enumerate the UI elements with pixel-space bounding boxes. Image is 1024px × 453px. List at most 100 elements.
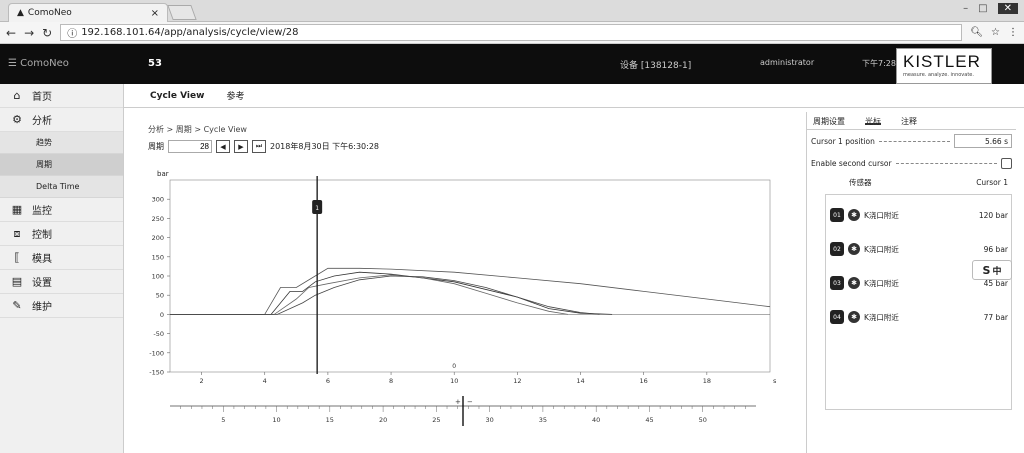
browser-tab[interactable]: ▲ ComoNeo × [8,3,168,22]
x-tick-label: 8 [389,377,393,385]
user-label[interactable]: administrator [760,58,814,67]
kistler-logo: KISTLER measure. analyze. innovate. [896,48,992,84]
sensor-settings-icon[interactable]: ✱ [848,243,860,255]
second-cursor-checkbox[interactable] [1001,157,1012,169]
sidebar-sub-delta-time[interactable]: Delta Time [0,176,123,198]
more-icon[interactable]: ⋮ [1008,27,1018,38]
panel-tabs: 周期设置 光标 注释 [807,112,1016,130]
back-icon[interactable]: ← [6,26,16,40]
x-axis-label: s [773,377,777,385]
series-line [170,267,771,315]
sidebar-sub-trend[interactable]: 趋势 [0,132,123,154]
sidebar-item-monitor[interactable]: ▦ 监控 [0,198,123,222]
y-tick-label: 50 [156,292,164,300]
x-tick-label: 18 [703,377,711,385]
sidebar: ⌂ 首页 ⚙ 分析 趋势 周期 Delta Time ▦ 监控 ⧈ 控制 ⟦ 模具 ▤ 设置… [0,84,124,453]
reload-icon[interactable]: ↻ [42,26,52,40]
tab-favicon-icon: ▲ [17,8,24,18]
star-icon[interactable]: ☆ [991,27,1000,38]
sidebar-label: 设置 [32,278,52,289]
app-menu-button[interactable]: ☰ ComoNeo [8,58,69,69]
y-tick-label: 250 [152,215,164,223]
sensor-row[interactable]: 01 ✱ K浇口附近 120 bar [830,203,1008,227]
logo-text: KISTLER [903,52,981,71]
plot-frame [169,179,771,373]
app-header: ☰ ComoNeo 53 设备 [138128-1] administrator… [0,44,1024,84]
overview-tick-label: 5 [221,416,225,424]
x-tick-label: 4 [263,377,267,385]
sensor-name: K浇口附近 [864,244,899,254]
window-controls: – □ ✕ [963,3,1018,14]
sidebar-item-control[interactable]: ⧈ 控制 [0,222,123,246]
y-tick-label: 100 [152,273,164,281]
sidebar-item-settings[interactable]: ▤ 设置 [0,270,123,294]
cycle-chart[interactable]: 300250200150100500-50-100-1502 4 6 8 10 12 14 1… [124,84,806,453]
analysis-icon: ⚙ [12,113,22,126]
sensor-value: 77 bar [983,312,1008,322]
sensor-row[interactable]: 04 ✱ K浇口附近 77 bar [830,305,1008,329]
monitor-icon: ▦ [11,203,23,216]
zoom-icon[interactable]: 🔍︎ [970,27,983,38]
sidebar-label: 维护 [32,302,52,313]
x-tick-label: 16 [640,377,648,385]
main-content: Cycle View 参考 分析 > 周期 > Cycle View 周期 ◀ … [124,84,1024,453]
ime-toolbar-icon[interactable]: S中 [972,260,1012,280]
close-window-button[interactable]: ✕ [997,3,1018,14]
device-label[interactable]: 设备 [138128-1] [620,58,691,71]
sidebar-item-maintenance[interactable]: ✎ 维护 [0,294,123,318]
overview-tick-label: 45 [645,416,653,424]
sensor-settings-icon[interactable]: ✱ [848,311,860,323]
minimize-button[interactable]: – [963,3,968,14]
overview-tick-label: 30 [485,416,493,424]
col-cursor1: Cursor 1 [976,177,1008,187]
tab-annotation[interactable]: 注释 [901,116,917,126]
col-sensor: 传感器 [849,177,872,187]
url-input[interactable]: ⓘ 192.168.101.64/app/analysis/cycle/view… [60,24,963,41]
y-tick-label: 150 [152,253,164,261]
home-icon: ⌂ [13,89,21,102]
cycle-counter: 53 [148,58,162,69]
address-bar: ← → ↻ ⓘ 192.168.101.64/app/analysis/cycl… [0,22,1024,44]
browser-tools: 🔍︎ ☆ ⋮ [970,27,1018,38]
divider [895,162,997,164]
sidebar-item-analysis[interactable]: ⚙ 分析 [0,108,123,132]
series-line [170,271,613,315]
mold-icon: ⟦ [14,251,20,264]
sidebar-item-home[interactable]: ⌂ 首页 [0,84,123,108]
sensor-settings-icon[interactable]: ✱ [848,277,860,289]
browser-tabbar: ▲ ComoNeo × – □ ✕ [0,0,1024,22]
tab-close-icon[interactable]: × [151,8,159,19]
app-name: ComoNeo [20,58,69,69]
settings-icon: ▤ [11,275,23,288]
sensor-row[interactable]: 02 ✱ K浇口附近 96 bar [830,237,1008,261]
overview-tick-label: 50 [699,416,707,424]
sidebar-label: 监控 [32,206,52,217]
y-tick-label: 300 [152,196,164,204]
cursor1-position-input[interactable]: 5.66 s [954,134,1012,148]
info-icon[interactable]: ⓘ [67,25,77,40]
forward-icon[interactable]: → [24,26,34,40]
overview-tick-label: 10 [272,416,280,424]
sidebar-sub-cycle[interactable]: 周期 [0,154,123,176]
sidebar-item-mold[interactable]: ⟦ 模具 [0,246,123,270]
overview-tick-label: 40 [592,416,600,424]
sensor-value: 96 bar [983,244,1008,254]
new-tab-button[interactable] [167,5,197,20]
sidebar-label: 模具 [32,254,52,265]
x-tick-label: 14 [576,377,584,385]
second-cursor-label: Enable second cursor [811,158,892,168]
x-tick-label: 2 [200,377,204,385]
sensor-settings-icon[interactable]: ✱ [848,209,860,221]
y-tick-label: -150 [149,369,164,377]
zoom-in-icon: + [455,398,461,406]
maximize-button[interactable]: □ [978,3,987,14]
tab-cycle-settings[interactable]: 周期设置 [813,116,845,126]
tab-cursor[interactable]: 光标 [865,116,881,126]
y-tick-label: -100 [149,349,164,357]
sidebar-label: 首页 [32,92,52,103]
sensor-value: 120 bar [978,210,1008,220]
sensor-table-header: 传感器 Cursor 1 [807,174,1016,190]
sensor-name: K浇口附近 [864,312,899,322]
overview-tick-label: 35 [539,416,547,424]
sensor-name: K浇口附近 [864,210,899,220]
